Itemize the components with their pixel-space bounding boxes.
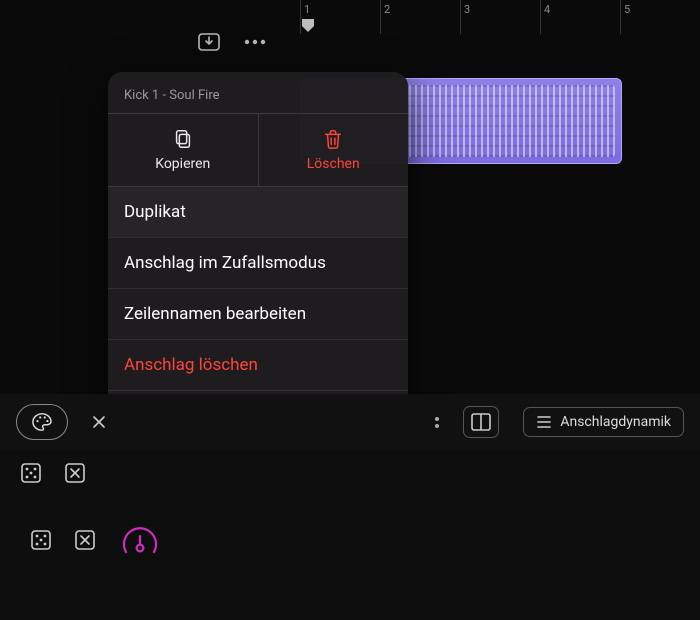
dice-button-2[interactable] xyxy=(24,525,58,555)
close-x-icon xyxy=(92,415,106,429)
ruler-tick-label: 1 xyxy=(304,3,310,16)
copy-button-label: Kopieren xyxy=(155,156,210,172)
more-horizontal-icon[interactable] xyxy=(242,30,268,54)
gauge-icon xyxy=(120,522,160,558)
ruler-tick-label: 3 xyxy=(464,3,470,16)
ruler-tick: 2 xyxy=(380,0,460,20)
context-menu: Kick 1 - Soul Fire Kopieren Löschen Dupl… xyxy=(108,72,408,441)
ruler-tick: 1 xyxy=(300,0,380,20)
ruler-tick-label: 4 xyxy=(544,3,550,16)
trash-icon xyxy=(322,128,344,150)
columns-button[interactable] xyxy=(463,406,499,438)
dice-clear-icon xyxy=(64,462,86,484)
dice-clear-button[interactable] xyxy=(58,458,92,488)
drag-handle-icon[interactable] xyxy=(435,417,439,428)
delete-button[interactable]: Löschen xyxy=(259,114,409,186)
menu-item[interactable]: Anschlag im Zufallsmodus xyxy=(108,238,408,289)
download-to-tray-icon[interactable] xyxy=(196,30,222,54)
mode-selector[interactable]: Anschlagdynamik xyxy=(523,407,684,437)
palette-button[interactable] xyxy=(16,404,68,440)
palette-icon xyxy=(31,412,53,432)
mid-toolbar: Anschlagdynamik xyxy=(0,394,700,450)
mode-selector-label: Anschlagdynamik xyxy=(560,414,671,430)
columns-icon xyxy=(471,413,491,431)
gauge-control[interactable] xyxy=(120,522,160,558)
menu-item[interactable]: Anschlag löschen xyxy=(108,340,408,391)
bottom-panel: nschlagdynamik 5610010010059100 xyxy=(0,450,700,620)
playhead[interactable] xyxy=(300,18,316,38)
dice-clear-button-2[interactable] xyxy=(68,525,102,555)
context-menu-title: Kick 1 - Soul Fire xyxy=(108,82,408,113)
list-icon xyxy=(536,415,552,429)
delete-button-label: Löschen xyxy=(307,156,360,172)
ruler-tick: 4 xyxy=(540,0,620,20)
close-x-button[interactable] xyxy=(82,407,116,437)
menu-item[interactable]: Duplikat xyxy=(108,187,408,238)
timeline-ruler[interactable]: 1 2 3 4 5 xyxy=(300,0,700,20)
dice-icon xyxy=(30,529,52,551)
dice-button[interactable] xyxy=(14,458,48,488)
ruler-tick-label: 2 xyxy=(384,3,390,16)
menu-item[interactable]: Zeilennamen bearbeiten xyxy=(108,289,408,340)
copy-button[interactable]: Kopieren xyxy=(108,114,259,186)
ruler-tick: 3 xyxy=(460,0,540,20)
ruler-tick: 5 xyxy=(620,0,700,20)
dice-icon xyxy=(20,462,42,484)
dice-clear-icon xyxy=(74,529,96,551)
ruler-tick-label: 5 xyxy=(624,3,630,16)
copy-pages-icon xyxy=(172,128,194,150)
